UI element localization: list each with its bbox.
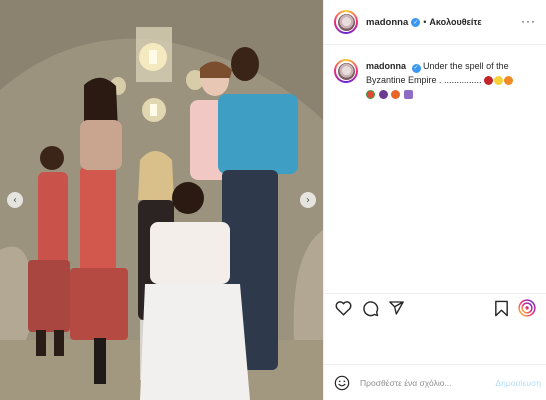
verified-badge-icon: ✓ <box>411 63 421 73</box>
more-options-button[interactable]: ··· <box>521 14 536 28</box>
add-comment-bar: Δημοσίευση <box>324 364 546 400</box>
cross-emoji <box>403 90 413 100</box>
caption-avatar[interactable] <box>334 59 358 83</box>
avatar[interactable] <box>334 10 358 34</box>
heart-icon <box>335 301 351 316</box>
like-button[interactable] <box>334 299 352 317</box>
comment-input[interactable] <box>360 377 470 388</box>
next-photo-button[interactable]: › <box>300 192 316 208</box>
emoji-smile-icon[interactable] <box>334 375 350 391</box>
share-button[interactable] <box>387 299 405 317</box>
following-button[interactable]: Ακολουθείτε <box>429 17 481 27</box>
header-username-link[interactable]: madonna <box>366 17 408 28</box>
watermelon-emoji <box>366 90 375 100</box>
photo-illustration <box>0 0 323 400</box>
post-comment-button[interactable]: Δημοσίευση <box>495 378 541 388</box>
post-caption: madonna ✓ Under the spell of the Byzanti… <box>324 45 546 101</box>
tangerine-emoji <box>504 76 514 86</box>
post-photo[interactable]: ‹ › <box>0 0 323 400</box>
lemon-emoji <box>494 76 504 86</box>
previous-photo-button[interactable]: ‹ <box>7 192 23 208</box>
save-button[interactable] <box>492 299 510 317</box>
instagram-post-view: ‹ › madonna ✓ • Ακολουθείτε ··· madonna … <box>0 0 546 400</box>
share-icon <box>388 301 404 315</box>
comment-button[interactable] <box>361 299 379 317</box>
separator-dot: • <box>423 17 427 27</box>
eggplant-emoji <box>378 90 388 100</box>
instagram-badge-button[interactable] <box>518 299 536 317</box>
caption-text-block: madonna ✓ Under the spell of the Byzanti… <box>366 59 536 101</box>
instagram-badge-icon <box>518 299 536 317</box>
cherries-emoji <box>484 76 494 86</box>
post-side-panel: madonna ✓ • Ακολουθείτε ··· madonna ✓ Un… <box>323 0 546 400</box>
post-header: madonna ✓ • Ακολουθείτε ··· <box>324 0 546 45</box>
verified-badge-icon: ✓ <box>411 17 421 27</box>
caption-username-link[interactable]: madonna <box>366 61 406 71</box>
tangerine-emoji <box>391 90 401 100</box>
post-action-bar <box>324 293 546 323</box>
bookmark-icon <box>494 300 508 316</box>
comment-icon <box>362 300 378 316</box>
